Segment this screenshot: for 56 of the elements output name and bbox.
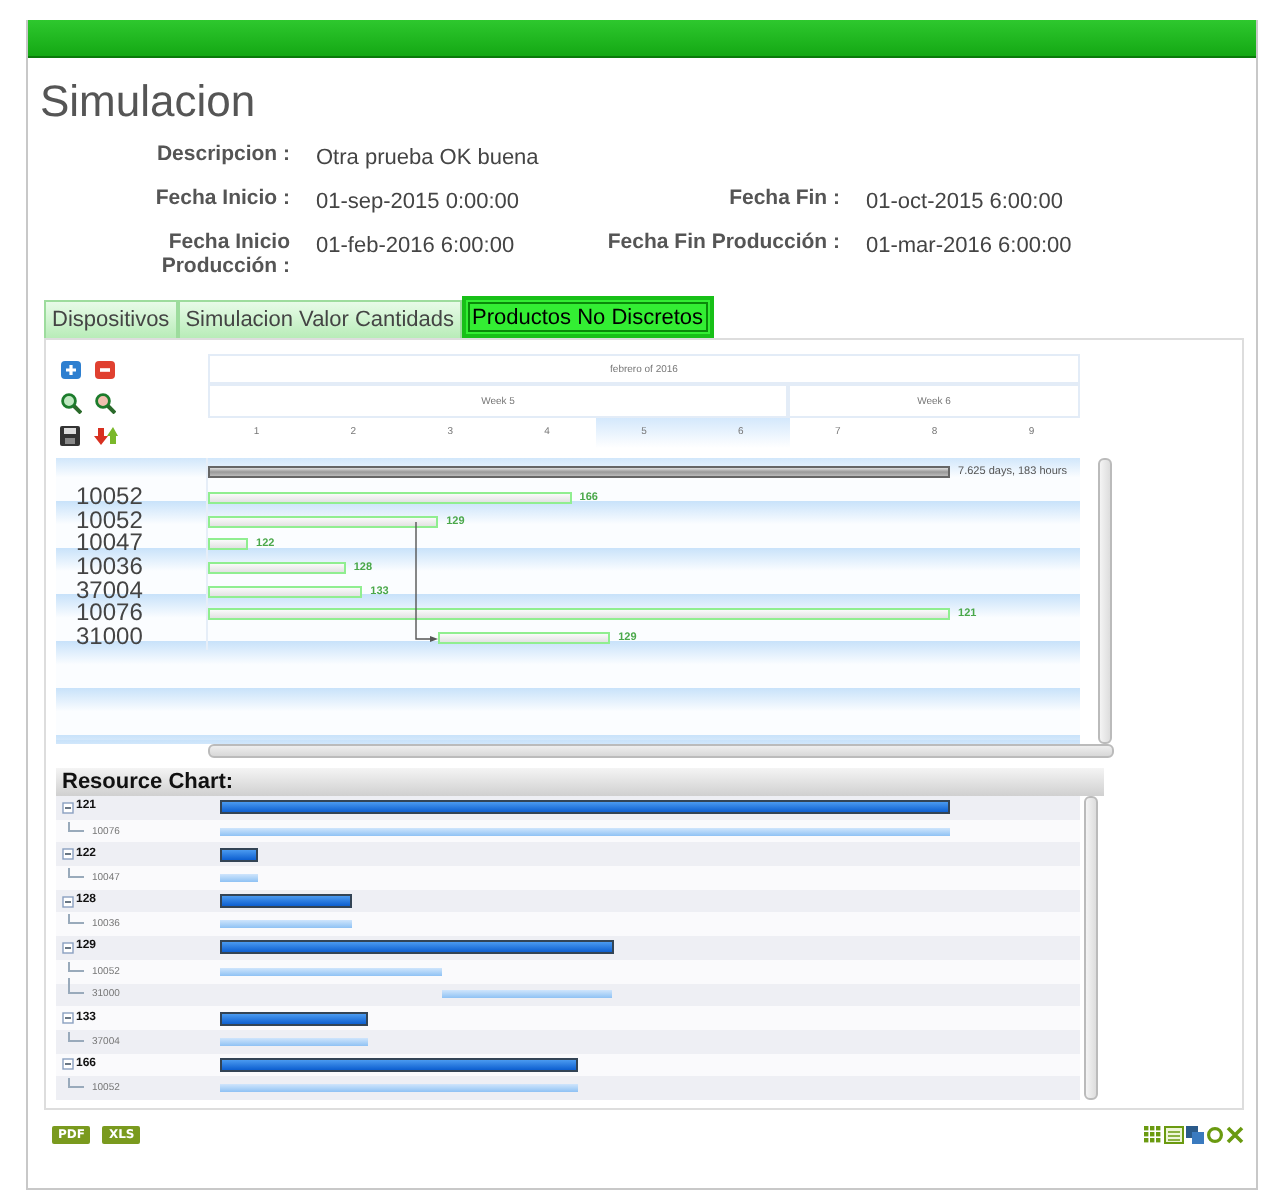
collapse-icon[interactable] [62, 895, 74, 908]
collapse-icon[interactable] [62, 1058, 74, 1071]
row-label: 10036 [76, 556, 143, 580]
tree-line [68, 914, 84, 925]
collapse-icon[interactable] [62, 941, 74, 954]
field-label: Fecha Fin Producción : [605, 230, 840, 258]
list-icon[interactable] [1164, 1126, 1184, 1144]
scrollbar[interactable] [208, 744, 1114, 758]
dependency-arrow [414, 521, 441, 643]
tab[interactable]: Productos No Discretos [462, 296, 714, 338]
task-bar [220, 873, 258, 882]
tree-line [68, 978, 84, 995]
field-value: Otra prueba OK buena [316, 144, 541, 170]
save-icon[interactable] [60, 426, 80, 446]
task-bar [208, 538, 249, 551]
scrollbar[interactable] [1084, 796, 1098, 1100]
add-icon[interactable] [60, 360, 82, 380]
squares-icon[interactable] [1186, 1126, 1204, 1144]
section-title: Resource Chart: [56, 768, 1104, 796]
field-label: Fecha Inicio Producción : [159, 230, 290, 278]
scrollbar[interactable] [1098, 458, 1112, 744]
task-bar [220, 920, 352, 929]
collapse-icon[interactable] [62, 848, 74, 861]
field-label: Fecha Inicio : [153, 186, 290, 214]
field-value: 01-feb-2016 6:00:00 [316, 232, 517, 262]
row-label: 10052 [76, 486, 143, 510]
close-icon[interactable] [1226, 1126, 1244, 1144]
tab[interactable]: Simulacion Valor Cantidads [177, 300, 462, 338]
row-label: 37004 [76, 579, 143, 603]
tree-line [68, 867, 84, 878]
field-label: Fecha Fin : [727, 186, 840, 214]
zoom-out-icon[interactable] [94, 392, 116, 414]
tree-line [68, 961, 84, 972]
task-bar [208, 561, 346, 574]
circle-icon[interactable] [1206, 1126, 1224, 1144]
row-label: 10076 [76, 602, 143, 627]
tab[interactable]: Dispositivos [44, 300, 178, 338]
resource-bar [220, 847, 258, 862]
tree-line [68, 1078, 84, 1089]
collapse-icon[interactable] [62, 801, 74, 814]
field-label: Descripcion : [154, 142, 290, 170]
row-label: 10052 [76, 509, 143, 533]
page-title: Simulacion [40, 76, 258, 128]
tree-line [68, 821, 84, 832]
collapse-icon[interactable] [62, 1012, 74, 1025]
field-value: 01-sep-2015 0:00:00 [316, 188, 522, 214]
resource-bar [220, 894, 352, 909]
zoom-in-icon[interactable] [60, 392, 82, 414]
field-value: 01-oct-2015 6:00:00 [866, 188, 1065, 214]
row-label: 31000 [76, 626, 143, 650]
sort-arrows-icon[interactable] [94, 426, 118, 446]
tree-line [68, 1031, 84, 1042]
field-value: 01-mar-2016 6:00:00 [866, 232, 1074, 262]
row-label: 10047 [76, 532, 143, 557]
grid-icon[interactable] [1144, 1126, 1162, 1144]
remove-icon[interactable] [94, 360, 116, 380]
